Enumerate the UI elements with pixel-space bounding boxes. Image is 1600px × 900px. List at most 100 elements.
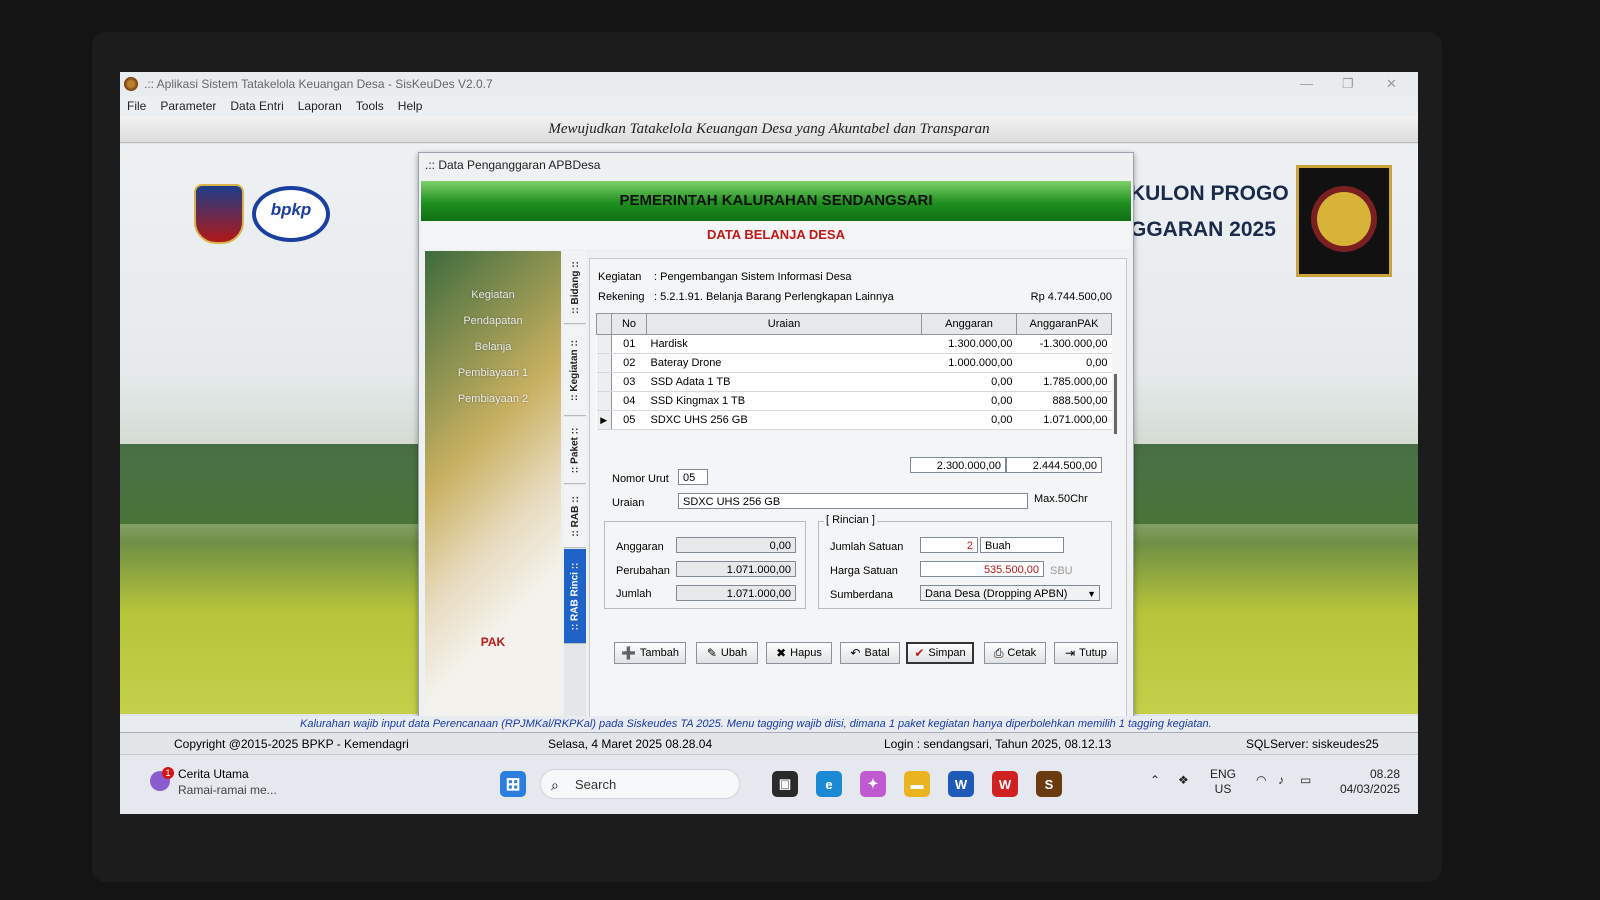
cell-uraian: Bateray Drone xyxy=(646,353,922,373)
windows-start-icon[interactable]: ⊞ xyxy=(500,771,526,797)
file-explorer-icon[interactable]: ▬ xyxy=(904,771,930,797)
row-selector[interactable] xyxy=(596,372,612,392)
news-title[interactable]: Cerita Utama xyxy=(178,767,249,781)
cell-uraian: Hardisk xyxy=(646,334,922,354)
cell-anggaran: 1.300.000,00 xyxy=(921,334,1017,354)
wifi-icon[interactable]: ◠ xyxy=(1256,773,1266,788)
government-header: PEMERINTAH KALURAHAN SENDANGSARI xyxy=(421,181,1131,221)
cell-anggaran: 0,00 xyxy=(921,410,1017,430)
row-selector[interactable] xyxy=(596,334,612,354)
search-placeholder: Search xyxy=(575,777,617,792)
server-text: SQLServer: siskeudes25 xyxy=(1246,737,1379,751)
tab-paket[interactable]: :: Paket :: xyxy=(564,417,586,484)
cell-anggaran: 0,00 xyxy=(921,372,1017,392)
taskbar-search[interactable]: ⌕ Search xyxy=(540,769,740,799)
table-row[interactable]: 02 Bateray Drone 1.000.000,00 0,00 xyxy=(596,353,1112,373)
motto-banner: Mewujudkan Tatakelola Keuangan Desa yang… xyxy=(120,116,1418,143)
nav-pembiayaan-2[interactable]: Pembiayaan 2 xyxy=(425,393,561,405)
jumlah-satuan-field[interactable]: 2 xyxy=(920,537,978,553)
cell-anggaranpak: 1.071.000,00 xyxy=(1016,410,1112,430)
cell-anggaranpak: -1.300.000,00 xyxy=(1016,334,1112,354)
kegiatan-value: : Pengembangan Sistem Informasi Desa xyxy=(654,271,852,283)
nomor-urut-label: Nomor Urut xyxy=(612,473,669,485)
siskeudes-app-icon[interactable]: S xyxy=(1036,771,1062,797)
menu-file[interactable]: File xyxy=(127,99,146,113)
col-header-no[interactable]: No xyxy=(611,313,647,335)
col-header-anggaran[interactable]: Anggaran xyxy=(921,313,1017,335)
cetak-button[interactable]: ⎙ Cetak xyxy=(984,642,1046,664)
table-row[interactable]: 03 SSD Adata 1 TB 0,00 1.785.000,00 xyxy=(596,372,1112,392)
tab-bidang[interactable]: :: Bidang :: xyxy=(564,251,586,324)
wps-office-icon[interactable]: W xyxy=(992,771,1018,797)
table-scrollbar[interactable] xyxy=(1114,374,1117,434)
news-subtitle[interactable]: Ramai-ramai me... xyxy=(178,783,277,797)
sumberdana-select[interactable]: Dana Desa (Dropping APBN) ▼ xyxy=(920,585,1100,601)
word-icon[interactable]: W xyxy=(948,771,974,797)
edge-browser-icon[interactable]: e xyxy=(816,771,842,797)
cell-uraian: SDXC UHS 256 GB xyxy=(646,410,922,430)
nav-pendapatan[interactable]: Pendapatan xyxy=(425,315,561,327)
cell-uraian: SSD Kingmax 1 TB xyxy=(646,391,922,411)
menu-parameter[interactable]: Parameter xyxy=(160,99,216,113)
table-row[interactable]: 01 Hardisk 1.300.000,00 -1.300.000,00 xyxy=(596,334,1112,354)
harga-satuan-field[interactable]: 535.500,00 xyxy=(920,561,1044,577)
datetime-text: Selasa, 4 Maret 2025 08.28.04 xyxy=(548,737,713,751)
menu-data-entri[interactable]: Data Entri xyxy=(230,99,283,113)
sum-anggaranpak-field: 2.444.500,00 xyxy=(1006,457,1102,473)
maximize-icon[interactable]: ❐ xyxy=(1342,76,1354,92)
dropbox-icon[interactable]: ❖ xyxy=(1178,773,1189,788)
chevron-down-icon[interactable]: ▼ xyxy=(1087,586,1096,602)
volume-icon[interactable]: ♪ xyxy=(1278,773,1284,788)
menu-laporan[interactable]: Laporan xyxy=(298,99,342,113)
chevron-up-icon[interactable]: ⌃ xyxy=(1150,773,1160,788)
printer-icon: ⎙ xyxy=(993,645,1004,660)
table-row-selected[interactable]: ▶ 05 SDXC UHS 256 GB 0,00 1.071.000,00 xyxy=(596,410,1112,430)
copilot-icon[interactable]: ✦ xyxy=(860,771,886,797)
news-badge: 1 xyxy=(162,767,174,779)
battery-icon[interactable]: ▭ xyxy=(1300,773,1311,788)
language-indicator[interactable]: ENG US xyxy=(1210,767,1236,797)
tab-kegiatan[interactable]: :: Kegiatan :: xyxy=(564,325,586,416)
col-header-uraian[interactable]: Uraian xyxy=(646,313,922,335)
tutup-button[interactable]: ⇥ Tutup xyxy=(1054,642,1118,664)
tambah-button[interactable]: ➕ Tambah xyxy=(614,642,686,664)
nomor-urut-field[interactable]: 05 xyxy=(678,469,708,485)
row-selector[interactable] xyxy=(596,391,612,411)
copyright-text: Copyright @2015-2025 BPKP - Kemendagri xyxy=(174,737,409,751)
hapus-button[interactable]: ✖ Hapus xyxy=(766,642,832,664)
rincian-title: [ Rincian ] xyxy=(824,514,877,526)
tab-rab[interactable]: :: RAB :: xyxy=(564,485,586,548)
uraian-field[interactable]: SDXC UHS 256 GB xyxy=(678,493,1028,509)
undo-icon: ↶ xyxy=(850,646,861,660)
satuan-field[interactable]: Buah xyxy=(980,537,1064,553)
cell-uraian: SSD Adata 1 TB xyxy=(646,372,922,392)
nav-belanja[interactable]: Belanja xyxy=(425,341,561,353)
perubahan-field: 1.071.000,00 xyxy=(676,561,796,577)
row-pointer-icon[interactable]: ▶ xyxy=(596,410,612,430)
screen: .:: Aplikasi Sistem Tatakelola Keuangan … xyxy=(120,72,1418,814)
clock[interactable]: 08.28 04/03/2025 xyxy=(1334,767,1400,797)
simpan-button[interactable]: ✔ Simpan xyxy=(906,642,974,664)
batal-button[interactable]: ↶ Batal xyxy=(840,642,900,664)
data-penganggaran-dialog: .:: Data Penganggaran APBDesa PEMERINTAH… xyxy=(418,152,1134,724)
sumberdana-label: Sumberdana xyxy=(830,589,893,601)
delete-icon: ✖ xyxy=(776,646,787,660)
col-header-anggaranpak[interactable]: AnggaranPAK xyxy=(1016,313,1112,335)
region-text-2: GGARAN 2025 xyxy=(1130,218,1276,241)
vertical-tabs: :: Bidang :: :: Kegiatan :: :: Paket :: … xyxy=(564,251,586,721)
nav-pembiayaan-1[interactable]: Pembiayaan 1 xyxy=(425,367,561,379)
task-view-icon[interactable]: ▣ xyxy=(772,771,798,797)
sumberdana-value: Dana Desa (Dropping APBN) xyxy=(925,588,1068,600)
row-selector[interactable] xyxy=(596,353,612,373)
tab-rab-rinci[interactable]: :: RAB Rinci :: xyxy=(564,549,586,644)
menu-tools[interactable]: Tools xyxy=(356,99,384,113)
rab-rinci-content: Kegiatan : Pengembangan Sistem Informasi… xyxy=(589,258,1127,722)
rekening-value: : 5.2.1.91. Belanja Barang Perlengkapan … xyxy=(654,291,894,303)
menu-help[interactable]: Help xyxy=(398,99,423,113)
nav-kegiatan[interactable]: Kegiatan xyxy=(425,289,561,301)
table-row[interactable]: 04 SSD Kingmax 1 TB 0,00 888.500,00 xyxy=(596,391,1112,411)
minimize-icon[interactable]: — xyxy=(1300,76,1313,91)
close-icon[interactable]: ✕ xyxy=(1386,76,1397,92)
cell-no: 02 xyxy=(611,353,647,373)
ubah-button[interactable]: ✎ Ubah xyxy=(696,642,758,664)
